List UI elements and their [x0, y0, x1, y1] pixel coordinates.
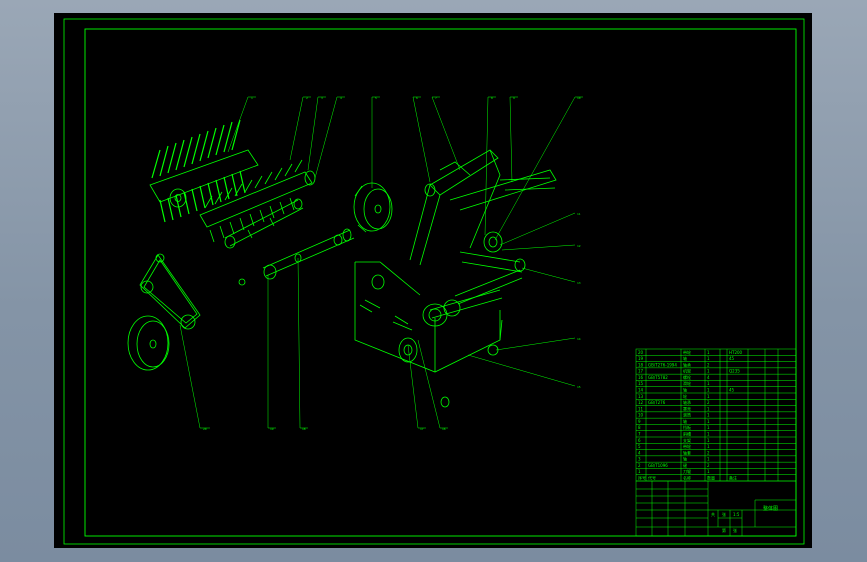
- parts-list-cell: 17: [638, 369, 644, 374]
- parts-list-cell: GB/T276: [648, 400, 666, 405]
- parts-list-header: 代号: [648, 475, 656, 481]
- parts-list-cell: GB/T5782: [648, 375, 668, 380]
- sheet-mark: 共: [711, 511, 715, 517]
- parts-list-cell: 14: [638, 388, 644, 393]
- parts-list-cell: 轴承: [683, 361, 691, 367]
- item-label: 5: [375, 96, 377, 100]
- parts-list-cell: 轴: [683, 355, 687, 361]
- sheet-mark: 第: [722, 527, 726, 533]
- parts-list-header: 序号: [638, 475, 646, 481]
- item-label: 19: [270, 427, 274, 431]
- parts-list-cell: 16: [638, 375, 644, 380]
- parts-list-header: 名称: [683, 475, 691, 481]
- cad-viewport: 1 2 3 4 5 6 7 8 9 10 11 12 13 14 15 16 1…: [54, 13, 812, 548]
- item-label: 18: [302, 427, 306, 431]
- item-label: 10: [577, 96, 581, 100]
- parts-list-cell: 11: [638, 406, 644, 411]
- parts-list-cell: GB/T276-1994: [648, 362, 677, 367]
- parts-list-cell: 轴: [683, 418, 687, 424]
- item-label: 13: [577, 281, 581, 285]
- parts-list-cell: 12: [638, 400, 644, 405]
- item-label: 11: [577, 212, 581, 216]
- item-label: 7: [435, 96, 437, 100]
- parts-list-cell: 支架: [683, 437, 691, 443]
- parts-list-cell: 滑轮: [683, 380, 691, 386]
- item-label: 17: [420, 427, 424, 431]
- parts-list-cell: 轴: [683, 387, 687, 393]
- parts-list-cell: 滚筒: [683, 412, 691, 418]
- item-label: 1: [251, 96, 253, 100]
- item-label: 6: [416, 96, 418, 100]
- parts-list-cell: 15: [638, 381, 644, 386]
- item-label: 12: [577, 244, 581, 248]
- item-label: 15: [577, 385, 581, 389]
- parts-list-cell: 带轮: [683, 443, 691, 449]
- parts-list-cell: 带轮: [683, 349, 691, 355]
- item-label: 4: [340, 96, 342, 100]
- parts-list-cell: 轴套: [683, 449, 691, 455]
- parts-list-cell: 刀辊: [683, 468, 691, 474]
- item-label: 3: [321, 96, 323, 100]
- parts-list-cell: 轮: [683, 393, 687, 399]
- item-label: 8: [491, 96, 493, 100]
- parts-list-cell: HT200: [729, 350, 743, 355]
- parts-list-cell: 键: [683, 462, 687, 468]
- parts-list-cell: Q235: [729, 369, 740, 374]
- item-label: 16: [442, 427, 446, 431]
- parts-list-cell: 10: [638, 413, 644, 418]
- parts-list-cell: 螺栓: [683, 374, 691, 380]
- sheet-mark: 张: [722, 511, 726, 517]
- parts-list-cell: 45: [729, 388, 735, 393]
- item-label: 9: [513, 96, 515, 100]
- parts-list-cell: 轴承: [683, 399, 691, 405]
- parts-list-cell: 18: [638, 362, 644, 367]
- parts-list-cell: 斜槽: [683, 431, 691, 437]
- item-label: 14: [577, 337, 581, 341]
- scale-value: 1:5: [733, 512, 740, 517]
- parts-list-cell: GB/T1096: [648, 463, 668, 468]
- drawing-title: 整体图: [763, 505, 778, 512]
- drawing-sheet: [54, 13, 812, 548]
- parts-list-cell: 20: [638, 350, 644, 355]
- parts-list-cell: 轴: [683, 456, 687, 462]
- parts-list-cell: 45: [729, 356, 735, 361]
- parts-list-header: 数量: [707, 475, 715, 481]
- parts-list-cell: 罩壳: [683, 405, 691, 411]
- parts-list-cell: 机架: [683, 368, 691, 374]
- parts-list-cell: 挡板: [683, 424, 691, 430]
- item-label: 2: [306, 96, 308, 100]
- item-label: 20: [203, 427, 207, 431]
- parts-list-cell: 19: [638, 356, 644, 361]
- sheet-mark: 张: [733, 527, 737, 533]
- parts-list-header: 备注: [729, 475, 737, 481]
- parts-list-cell: 13: [638, 394, 644, 399]
